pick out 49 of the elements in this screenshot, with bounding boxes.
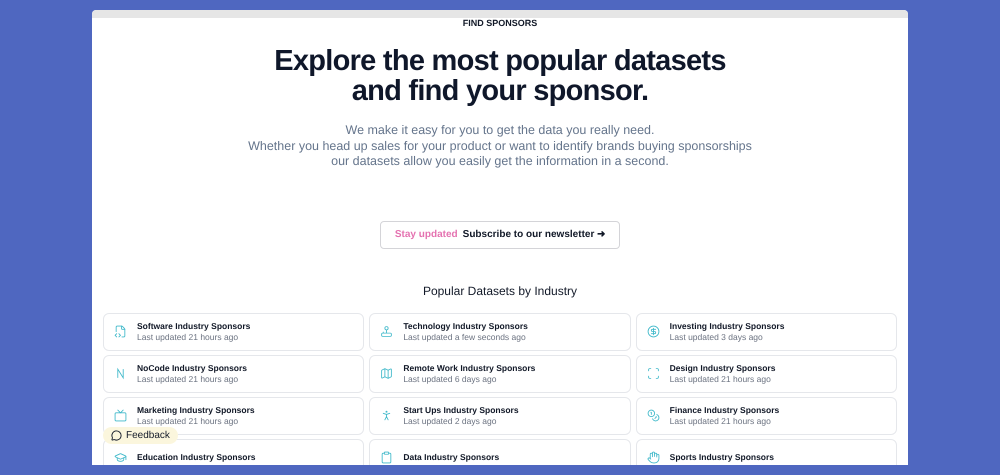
dataset-card[interactable]: NoCode Industry Sponsors Last updated 21 hours ago [103,354,364,392]
intro-paragraph: We make it easy for you to get the data you really need. Whether you head up sales for your product or want to identify brands buying sponsorships our datasets allow you easily get the information in a second. [248,123,752,170]
scan-frame-icon [646,367,660,380]
dataset-name: Technology Industry Sponsors [403,320,528,332]
page-title: Explore the most popular datasets and find your sponsor. [274,46,726,106]
last-updated: Last updated 21 hours ago [670,416,772,426]
coins-icon [646,409,660,422]
screen-icon [114,409,127,422]
graduation-cap-icon [114,451,127,464]
dataset-card[interactable]: Technology Industry Sponsors Last updated a few seconds ago [369,312,631,350]
joystick-icon [380,325,394,338]
dataset-card[interactable]: Finance Industry Sponsors Last updated 21 hours ago [636,396,897,434]
clipboard-icon [380,451,394,464]
eyebrow-label: FIND SPONSORS [462,18,538,28]
dataset-card[interactable]: Investing Industry Sponsors Last updated 3 days ago [636,312,897,350]
dataset-name: Marketing Industry Sponsors [137,404,255,416]
newsletter-button[interactable]: Stay updated Subscribe to our newsletter ➜ [380,220,620,248]
dataset-card[interactable]: Remote Work Industry Sponsors Last updated 6 days ago [369,354,631,392]
dollar-coin-icon [646,325,660,338]
last-updated: Last updated a few seconds ago [403,332,527,342]
hand-icon [646,451,660,464]
file-code-icon [114,325,127,338]
dataset-name: Software Industry Sponsors [137,320,250,332]
dataset-card[interactable]: Start Ups Industry Sponsors Last updated 2 days ago [369,396,631,434]
section-title: Popular Datasets by Industry [422,282,578,300]
last-updated: Last updated 21 hours ago [137,332,240,342]
feedback-button[interactable]: Feedback [103,427,178,444]
dataset-card[interactable]: Data Industry Sponsors [369,438,631,465]
speech-bubble-icon [111,430,122,441]
dataset-name: Investing Industry Sponsors [670,320,784,332]
dataset-card[interactable]: Software Industry Sponsors Last updated 21 hours ago [103,312,364,350]
dataset-name: Data Industry Sponsors [403,452,500,463]
last-updated: Last updated 2 days ago [403,416,498,426]
map-icon [380,367,394,380]
dataset-card[interactable]: Education Industry Sponsors [103,438,364,465]
dataset-card[interactable]: Design Industry Sponsors Last updated 21 hours ago [636,354,897,392]
last-updated: Last updated 6 days ago [403,374,498,384]
last-updated: Last updated 21 hours ago [137,416,240,426]
dataset-name: NoCode Industry Sponsors [137,362,248,374]
dataset-card[interactable]: Sports Industry Sponsors [636,438,897,465]
dataset-name: Education Industry Sponsors [137,452,256,463]
last-updated: Last updated 21 hours ago [137,374,240,384]
last-updated: Last updated 3 days ago [670,332,764,342]
dataset-name: Design Industry Sponsors [670,362,776,374]
dataset-name: Start Ups Industry Sponsors [403,404,519,416]
dataset-name: Finance Industry Sponsors [670,404,780,416]
dataset-name: Remote Work Industry Sponsors [403,362,536,374]
last-updated: Last updated 21 hours ago [670,374,772,384]
dataset-name: Sports Industry Sponsors [670,452,774,463]
